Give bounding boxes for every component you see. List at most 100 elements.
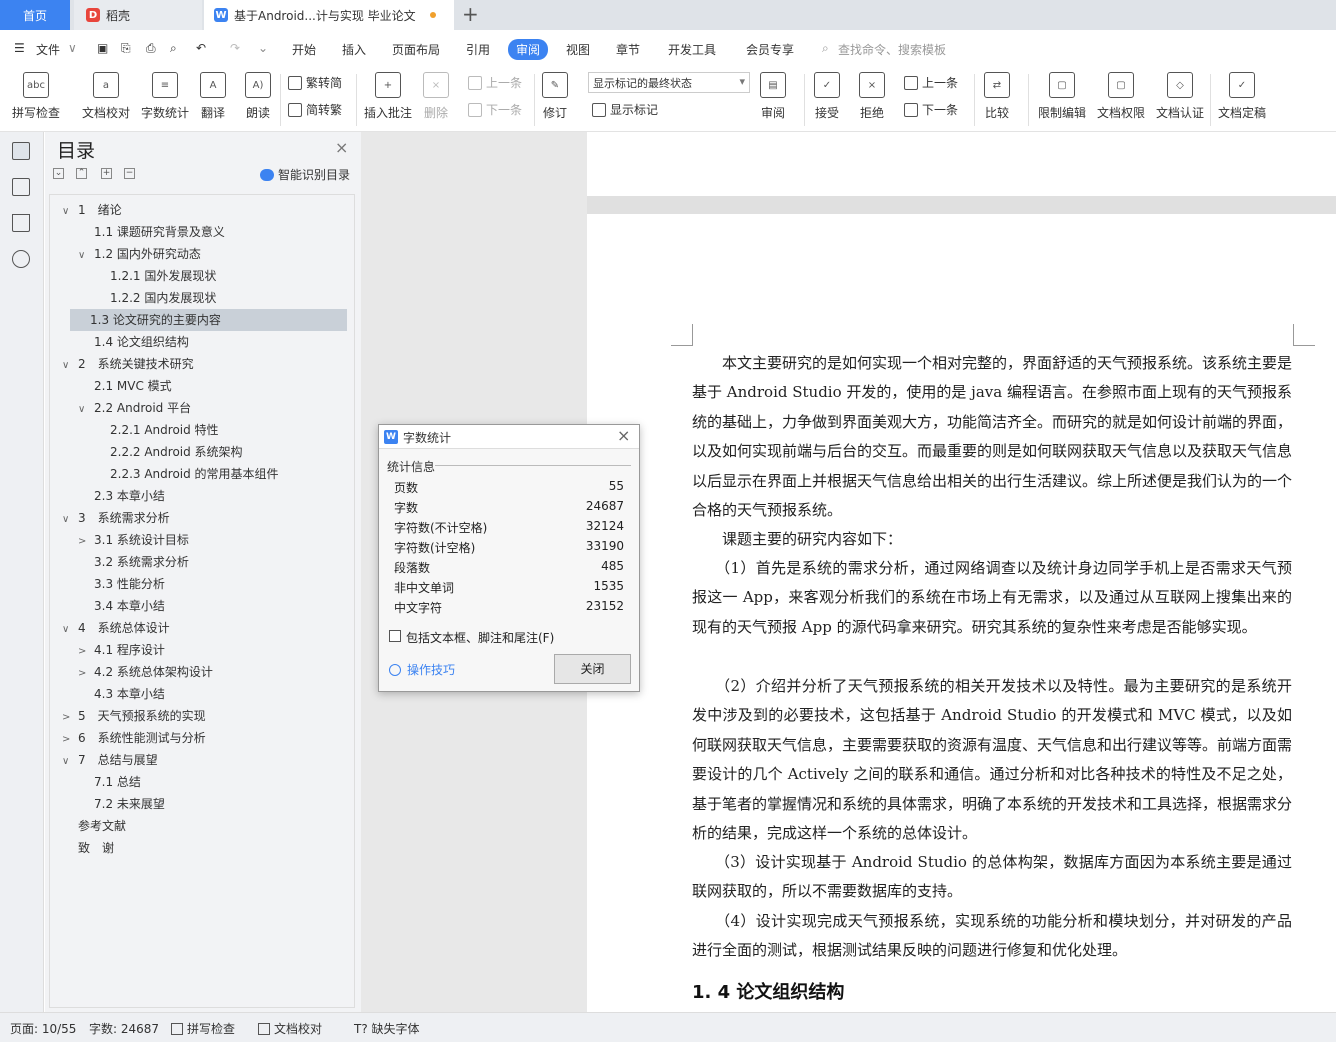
next-change-button[interactable]: 下一条 — [904, 101, 958, 118]
undo-icon[interactable]: ↶ — [196, 41, 206, 55]
accept-button[interactable]: ✓ 接受 — [814, 68, 840, 121]
menu-insert[interactable]: 插入 — [342, 41, 366, 58]
tab-daoke[interactable]: D 稻壳 — [74, 0, 202, 30]
toc-item[interactable]: 1.3 论文研究的主要内容 — [70, 309, 347, 331]
menu-view[interactable]: 视图 — [566, 41, 590, 58]
toc-item[interactable]: 3.2 系统需求分析 — [50, 551, 350, 573]
toc-item[interactable]: 7.2 未来展望 — [50, 793, 350, 815]
toc-toggle-icon[interactable]: > — [62, 729, 78, 751]
toc-item[interactable]: 1.4 论文组织结构 — [50, 331, 350, 353]
wordcount-button[interactable]: ≡ 字数统计 — [141, 68, 189, 121]
doc-final-button[interactable]: ✓ 文档定稿 — [1218, 68, 1266, 121]
read-aloud-button[interactable]: A) 朗读 — [245, 68, 271, 121]
spellcheck-button[interactable]: abc 拼写检查 — [12, 68, 60, 121]
toc-item[interactable]: >4.2 系统总体架构设计 — [50, 661, 350, 683]
toc-toggle-icon[interactable]: ∨ — [62, 355, 78, 377]
toc-item[interactable]: ∨ 3 系统需求分析 — [50, 507, 350, 529]
status-missing-font[interactable]: T? 缺失字体 — [354, 1020, 420, 1037]
toc-toggle-icon[interactable]: ∨ — [62, 201, 78, 223]
word-count-indicator[interactable]: 字数: 24687 — [89, 1020, 159, 1037]
toc-item[interactable]: 3.4 本章小结 — [50, 595, 350, 617]
toc-item[interactable]: 1.1 课题研究背景及意义 — [50, 221, 350, 243]
status-spellcheck[interactable]: 拼写检查 — [171, 1020, 235, 1037]
document-page[interactable]: 本文主要研究的是如何实现一个相对完整的，界面舒适的天气预报系统。该系统主要是基于… — [587, 214, 1336, 1012]
print-icon[interactable]: ⎙ — [146, 41, 156, 56]
menu-reference[interactable]: 引用 — [466, 41, 490, 58]
menu-page-layout[interactable]: 页面布局 — [392, 41, 440, 58]
doc-rights-button[interactable]: ▢ 文档权限 — [1097, 68, 1145, 121]
menu-member[interactable]: 会员专享 — [746, 41, 794, 58]
toc-toggle-icon[interactable]: ∨ — [62, 509, 78, 531]
remove-level-icon[interactable]: − — [124, 168, 135, 179]
close-button[interactable]: 关闭 — [554, 654, 631, 684]
prev-comment-button[interactable]: 上一条 — [468, 74, 522, 91]
close-icon[interactable]: × — [335, 138, 348, 157]
toc-item[interactable]: ∨ 4 系统总体设计 — [50, 617, 350, 639]
toc-item[interactable]: >3.1 系统设计目标 — [50, 529, 350, 551]
file-menu[interactable]: 文件 — [36, 41, 60, 58]
new-tab-button[interactable]: + — [462, 4, 479, 24]
quick-access-dropdown-icon[interactable]: ⌄ — [258, 41, 268, 55]
toc-item[interactable]: ∨ 2.2 Android 平台 — [50, 397, 350, 419]
hamburger-icon[interactable]: ☰ — [14, 41, 25, 55]
smart-toc-button[interactable]: 智能识别目录 — [260, 166, 350, 183]
menu-chapter[interactable]: 章节 — [616, 41, 640, 58]
toc-item[interactable]: ∨ 1.2 国内外研究动态 — [50, 243, 350, 265]
dialog-close-icon[interactable]: × — [617, 426, 630, 445]
compare-button[interactable]: ⇄ 比较 — [984, 68, 1010, 121]
tab-document[interactable]: W 基于Android...计与实现 毕业论文 — [204, 0, 454, 30]
toc-item[interactable]: 3.3 性能分析 — [50, 573, 350, 595]
tab-home[interactable]: 首页 — [0, 0, 70, 30]
review-pane-button[interactable]: ▤ 审阅 — [760, 68, 786, 121]
menu-dev-tools[interactable]: 开发工具 — [668, 41, 716, 58]
show-markup-button[interactable]: 显示标记 — [592, 101, 658, 118]
collapse-icon[interactable]: ⌃ — [76, 168, 87, 179]
bookmark-icon[interactable] — [12, 214, 30, 232]
save-icon[interactable]: ▣ — [97, 41, 108, 55]
toc-item[interactable]: 致 谢 — [50, 837, 350, 859]
page-indicator[interactable]: 页面: 10/55 — [10, 1020, 76, 1037]
next-comment-button[interactable]: 下一条 — [468, 101, 522, 118]
toc-toggle-icon[interactable]: ∨ — [78, 245, 94, 267]
toc-item[interactable]: ∨ 2 系统关键技术研究 — [50, 353, 350, 375]
toc-item[interactable]: ∨ 7 总结与展望 — [50, 749, 350, 771]
menu-review[interactable]: 审阅 — [508, 39, 549, 60]
redo-icon[interactable]: ↷ — [230, 41, 240, 55]
delete-comment-button[interactable]: × 删除 — [423, 68, 449, 121]
insert-comment-button[interactable]: + 插入批注 — [364, 68, 412, 121]
reject-button[interactable]: × 拒绝 — [859, 68, 885, 121]
toc-item[interactable]: 1.2.2 国内发展现状 — [50, 287, 350, 309]
toc-item[interactable]: 7.1 总结 — [50, 771, 350, 793]
track-state-select[interactable]: 显示标记的最终状态 ▾ — [588, 72, 750, 93]
toc-item[interactable]: >6 系统性能测试与分析 — [50, 727, 350, 749]
translate-button[interactable]: A 翻译 — [200, 68, 226, 121]
toc-toggle-icon[interactable]: > — [62, 707, 78, 729]
toc-item[interactable]: 2.2.3 Android 的常用基本组件 — [50, 463, 350, 485]
prev-change-button[interactable]: 上一条 — [904, 74, 958, 91]
export-icon[interactable]: ⎘ — [121, 41, 131, 56]
toc-item[interactable]: 4.3 本章小结 — [50, 683, 350, 705]
toc-item[interactable]: 2.3 本章小结 — [50, 485, 350, 507]
toc-toggle-icon[interactable]: > — [78, 641, 94, 663]
toc-toggle-icon[interactable]: > — [78, 663, 94, 685]
chevron-down-icon[interactable]: ∨ — [68, 41, 77, 55]
menu-start[interactable]: 开始 — [292, 41, 316, 58]
toc-item[interactable]: 参考文献 — [50, 815, 350, 837]
toc-item[interactable]: ∨ 1 绪论 — [50, 199, 350, 221]
dialog-titlebar[interactable]: W 字数统计 × — [379, 425, 639, 449]
add-level-icon[interactable]: + — [101, 168, 112, 179]
restrict-edit-button[interactable]: ▢ 限制编辑 — [1038, 68, 1086, 121]
simp-to-trad-button[interactable]: 简转繁 — [288, 101, 342, 118]
status-proofread[interactable]: 文档校对 — [258, 1020, 322, 1037]
toc-item[interactable]: 1.2.1 国外发展现状 — [50, 265, 350, 287]
doc-cert-button[interactable]: ◇ 文档认证 — [1156, 68, 1204, 121]
tips-link[interactable]: 操作技巧 — [389, 661, 455, 678]
toc-item[interactable]: 2.2.1 Android 特性 — [50, 419, 350, 441]
trad-to-simp-button[interactable]: 繁转简 — [288, 74, 342, 91]
section-nav-icon[interactable] — [12, 178, 30, 196]
command-search-input[interactable]: 查找命令、搜索模板 — [838, 41, 946, 58]
toc-toggle-icon[interactable]: > — [78, 531, 94, 553]
include-textbox-checkbox[interactable] — [389, 630, 401, 642]
toc-item[interactable]: >5 天气预报系统的实现 — [50, 705, 350, 727]
toc-panel-icon[interactable] — [12, 142, 30, 160]
